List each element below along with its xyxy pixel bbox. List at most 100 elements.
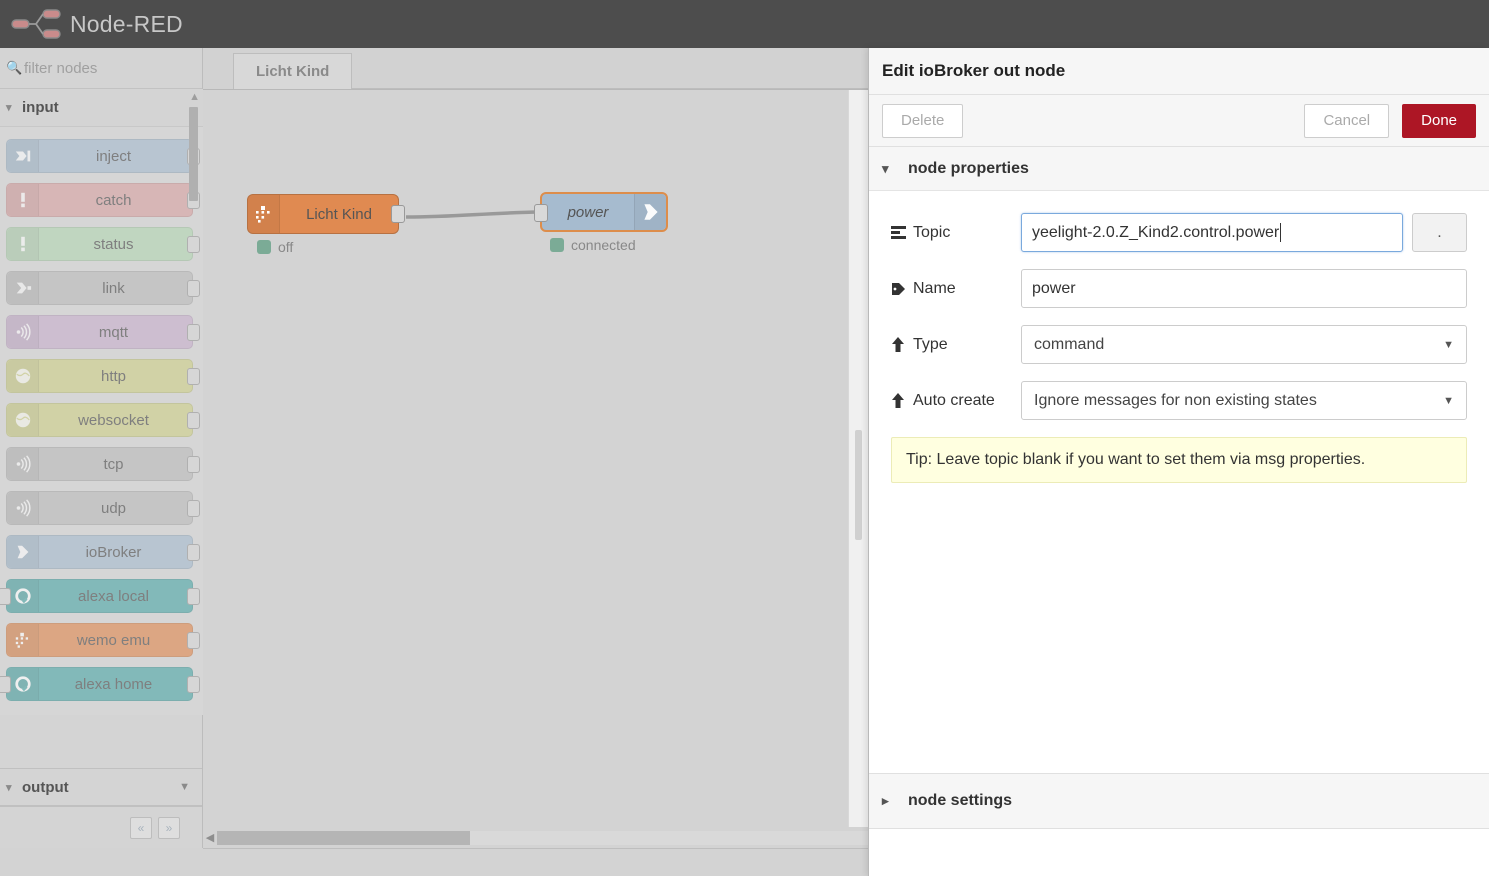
name-label-text: Name [913, 279, 956, 297]
flow-node-status-label: connected [571, 237, 636, 253]
edit-panel-tail [869, 829, 1489, 876]
type-label-text: Type [913, 335, 948, 353]
palette-node-mqtt[interactable]: mqtt [6, 315, 200, 349]
palette-node-alexa-local[interactable]: alexa local [0, 579, 200, 613]
auto-create-label: Auto create [891, 392, 1021, 410]
dots-grid-icon [7, 624, 39, 656]
flow-node-label: power [567, 203, 609, 221]
auto-create-select[interactable]: Ignore messages for non existing states … [1021, 381, 1467, 420]
palette-node-list: inject catch status link mqtt http websocket tc… [0, 127, 203, 715]
inject-arrow-icon [7, 140, 39, 172]
cancel-button[interactable]: Cancel [1304, 103, 1390, 138]
section-node-settings-label: node settings [908, 792, 1013, 809]
palette-node-ioBroker[interactable]: ioBroker [6, 535, 200, 569]
flow-node-licht-kind[interactable]: Licht Kind [247, 194, 405, 234]
palette-node-status[interactable]: status [6, 227, 200, 261]
expand-all-button[interactable]: » [158, 816, 180, 839]
palette-category-output[interactable]: ▾ output ▼ [0, 768, 202, 806]
palette-node-tcp[interactable]: tcp [6, 447, 200, 481]
tab-licht-kind[interactable]: Licht Kind [233, 53, 353, 89]
palette-node-udp[interactable]: udp [6, 491, 200, 525]
arrow-up-icon [891, 393, 913, 408]
palette-node-wemo-emu[interactable]: wemo emu [6, 623, 200, 657]
topic-expand-button[interactable]: . [1412, 213, 1467, 252]
delete-button[interactable]: Delete [882, 103, 964, 138]
name-input[interactable]: power [1021, 269, 1467, 308]
palette-node-label: wemo emu [76, 631, 151, 649]
flow-canvas[interactable]: Licht Kind off power connected [203, 90, 868, 829]
field-row-type: Type command ▼ [891, 325, 1467, 364]
edit-node-panel: Edit ioBroker out node Delete Cancel Don… [868, 48, 1489, 876]
search-icon: 🔍 [6, 60, 23, 75]
canvas-vscroll-thumb[interactable] [855, 430, 862, 540]
palette-node-label: status [93, 235, 134, 253]
palette-scrollbar[interactable]: ▲ [189, 91, 200, 755]
topic-input[interactable]: yeelight-2.0.Z_Kind2.control.power [1021, 213, 1403, 252]
palette-node-catch[interactable]: catch [6, 183, 200, 217]
canvas-bottom-strip [203, 849, 868, 876]
palette-node-websocket[interactable]: websocket [6, 403, 200, 437]
canvas-horizontal-scrollbar[interactable]: ◀ [203, 827, 868, 849]
type-select[interactable]: command ▼ [1021, 325, 1467, 364]
palette-node-alexa-home[interactable]: alexa home [0, 667, 200, 701]
scroll-up-arrow-icon[interactable]: ▲ [189, 91, 200, 103]
circle-ring-icon [7, 668, 39, 700]
palette-node-input-port [0, 588, 11, 605]
field-row-auto-create: Auto create Ignore messages for non exis… [891, 381, 1467, 420]
status-dot-icon [550, 238, 564, 252]
palette-node-label: mqtt [98, 323, 129, 341]
tag-icon [891, 282, 913, 296]
palette-node-link[interactable]: link [6, 271, 200, 305]
node-red-editor: Node-RED 🔍 filter nodes ▾ input inject ca… [0, 0, 1489, 876]
palette-node-label: udp [100, 499, 127, 517]
palette-category-label-output: output [22, 778, 69, 796]
signal-wave-icon [7, 316, 39, 348]
text-caret [1280, 223, 1282, 242]
tip-box: Tip: Leave topic blank if you want to se… [891, 437, 1467, 483]
node-palette: 🔍 filter nodes ▾ input inject catch status… [0, 48, 203, 848]
tabbar-filler [352, 53, 868, 89]
filter-nodes-input[interactable]: filter nodes [24, 60, 97, 77]
field-row-topic: Topic yeelight-2.0.Z_Kind2.control.power… [891, 213, 1467, 252]
auto-create-label-text: Auto create [913, 391, 995, 409]
collapse-all-button[interactable]: « [130, 816, 152, 839]
palette-scroll-thumb[interactable] [189, 107, 198, 201]
flow-wire [405, 210, 541, 219]
dots-grid-icon [248, 195, 280, 233]
palette-search-row[interactable]: 🔍 filter nodes [0, 48, 202, 89]
section-node-settings[interactable]: ▸ node settings [869, 773, 1489, 829]
palette-node-label: link [102, 279, 125, 297]
chevron-down-icon: ▾ [882, 160, 889, 176]
field-row-name: Name power [891, 269, 1467, 308]
flow-node-input-port[interactable] [534, 204, 548, 222]
circle-ring-icon [7, 580, 39, 612]
app-header: Node-RED [0, 0, 1489, 48]
palette-footer: « » [0, 806, 202, 848]
flow-node-power[interactable]: power [534, 192, 668, 232]
palette-node-label: alexa local [78, 587, 149, 605]
type-label: Type [891, 336, 1021, 354]
canvas-hscroll-thumb[interactable] [217, 830, 470, 845]
palette-node-inject[interactable]: inject [6, 139, 200, 173]
topic-label: Topic [891, 224, 1021, 242]
palette-node-http[interactable]: http [6, 359, 200, 393]
chevron-right-icon: ▸ [882, 793, 889, 808]
palette-node-label: websocket [78, 411, 149, 429]
canvas-vertical-scrollbar[interactable] [848, 90, 868, 829]
exclamation-icon [7, 184, 39, 216]
flow-node-output-port[interactable] [391, 205, 405, 223]
list-bars-icon [891, 226, 913, 239]
done-button[interactable]: Done [1402, 103, 1476, 138]
link-arrow-icon [7, 272, 39, 304]
scroll-left-arrow-icon[interactable]: ◀ [203, 831, 217, 844]
scroll-down-arrow-icon[interactable]: ▼ [179, 781, 190, 793]
canvas-hscroll-track[interactable] [217, 830, 868, 845]
palette-category-input[interactable]: ▾ input [0, 89, 203, 127]
right-arrow-icon [634, 194, 666, 230]
flow-node-status: off [257, 239, 293, 255]
section-node-properties[interactable]: ▾ node properties [869, 147, 1489, 191]
edit-panel-actions: Delete Cancel Done [869, 95, 1489, 147]
node-red-logo-icon [8, 4, 64, 44]
globe-icon [7, 404, 39, 436]
chevron-down-icon: ▾ [6, 781, 12, 794]
